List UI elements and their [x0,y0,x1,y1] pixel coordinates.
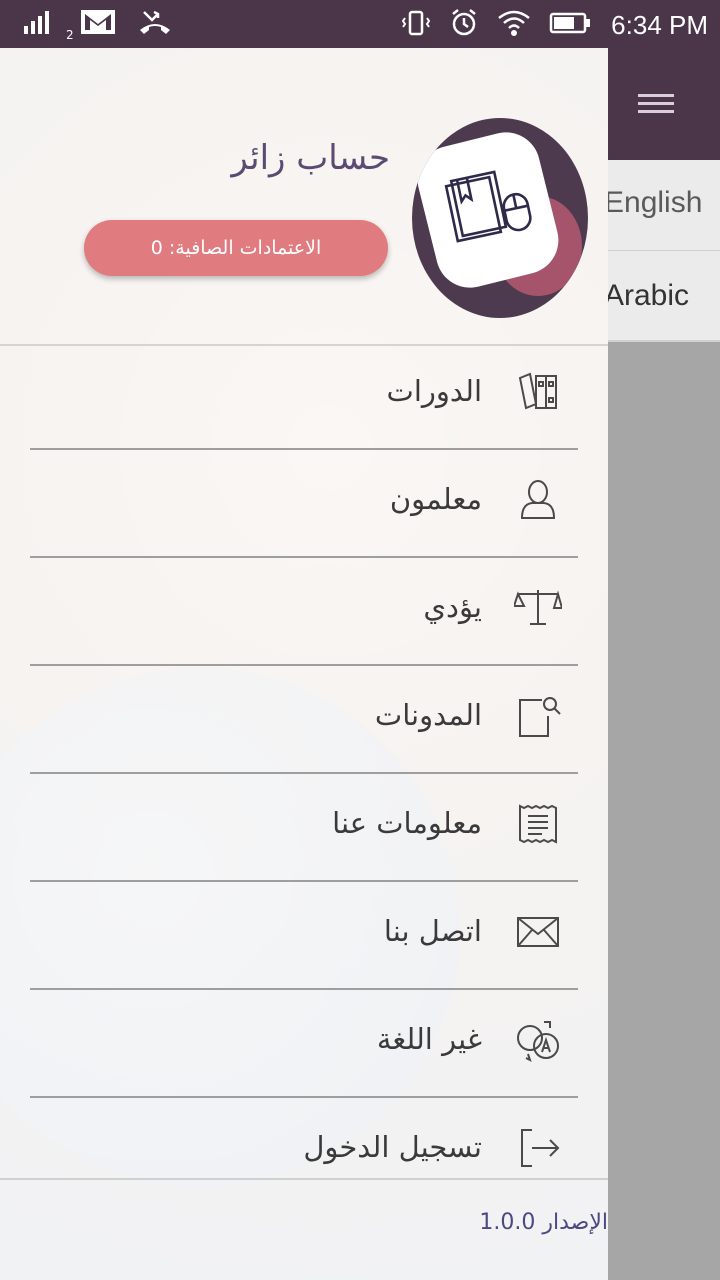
wifi-icon [497,8,531,42]
sim-label: 2 [66,28,74,42]
language-item-english[interactable]: English [604,160,720,250]
hamburger-menu-icon[interactable] [622,72,690,136]
menu-label: الدورات [386,374,482,408]
menu-item-courses[interactable]: الدورات [0,346,608,454]
divider [30,664,578,666]
menu-label: معلمون [389,482,482,516]
divider [30,880,578,882]
app-version: الإصدار 1.0.0 [479,1210,608,1235]
divider [30,988,578,990]
divider [30,772,578,774]
navigation-drawer: حساب زائر الاعتمادات الصافية: 0 الدورات … [0,48,608,1280]
scale-icon [512,584,564,632]
drawer-header: حساب زائر الاعتمادات الصافية: 0 [0,48,608,344]
footer-divider [0,1178,608,1180]
menu-label: يؤدي [423,590,482,624]
vibrate-icon [401,8,431,42]
receipt-icon [514,800,562,848]
menu-item-performs[interactable]: يؤدي [0,562,608,670]
alarm-icon [449,8,479,42]
status-bar: 2 6:34 PM [0,0,720,48]
menu-item-teachers[interactable]: معلمون [0,454,608,562]
login-icon [514,1124,562,1172]
user-name: حساب زائر [231,138,390,178]
divider [30,1096,578,1098]
divider [30,556,578,558]
book-mouse-icon [444,170,532,243]
divider [608,340,720,342]
divider [30,448,578,450]
gmail-icon [80,8,116,40]
menu-label: غير اللغة [376,1022,482,1056]
app-logo [412,118,588,318]
menu-item-about[interactable]: معلومات عنا [0,778,608,886]
blog-icon [514,692,562,740]
language-item-arabic[interactable]: Arabic [604,250,720,341]
menu-item-login[interactable]: تسجيل الدخول [0,1102,608,1210]
menu-label: اتصل بنا [383,914,482,948]
menu-label: المدونات [374,698,482,732]
menu-item-contact[interactable]: اتصل بنا [0,886,608,994]
books-icon [514,368,562,416]
credits-button[interactable]: الاعتمادات الصافية: 0 [84,220,388,276]
menu-label: تسجيل الدخول [303,1130,482,1164]
menu-item-blogs[interactable]: المدونات [0,670,608,778]
battery-icon [549,11,591,39]
mail-icon [514,908,562,956]
translate-icon [514,1016,562,1064]
missed-call-icon [138,8,172,40]
signal-icon [22,8,58,40]
clock: 6:34 PM [611,9,708,40]
user-icon [514,476,562,524]
menu-item-change-language[interactable]: غير اللغة [0,994,608,1102]
menu-label: معلومات عنا [332,806,482,840]
